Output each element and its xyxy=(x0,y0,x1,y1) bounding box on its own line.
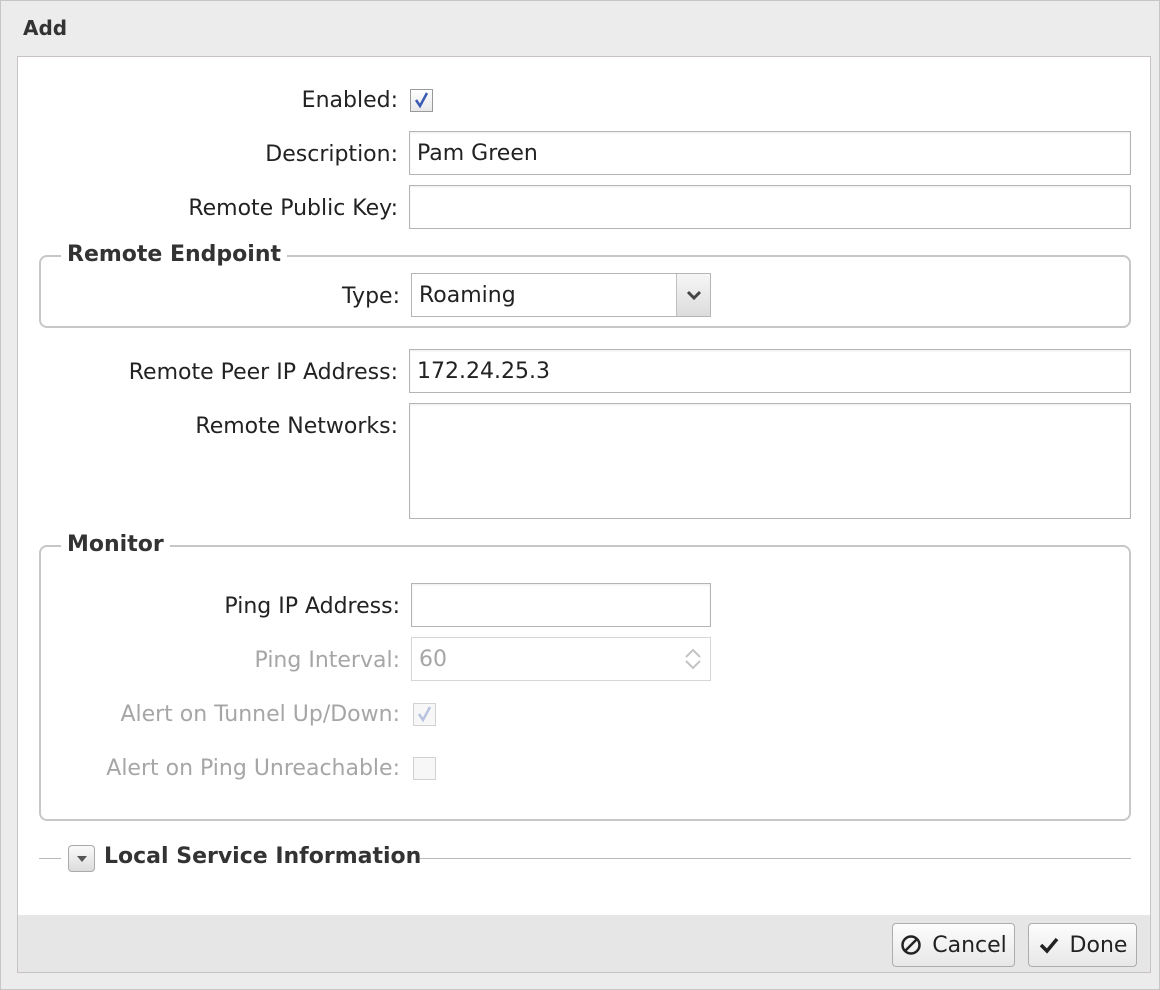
alert-ping-checkbox[interactable] xyxy=(413,757,436,780)
alert-tunnel-checkbox[interactable] xyxy=(413,703,436,726)
dialog-body: Enabled: Description: Pam Green Remote P… xyxy=(17,56,1151,973)
spin-up-icon[interactable] xyxy=(683,647,703,659)
ping-ip-label: Ping IP Address: xyxy=(224,594,400,619)
add-dialog: Add Enabled: Description: Pam Green Remo… xyxy=(0,0,1160,990)
ping-interval-value: 60 xyxy=(419,646,447,672)
type-select-value: Roaming xyxy=(419,282,516,308)
ping-interval-label: Ping Interval: xyxy=(254,648,400,673)
type-select-trigger[interactable] xyxy=(676,274,710,316)
ping-interval-stepper[interactable]: 60 xyxy=(411,637,711,681)
alert-tunnel-label: Alert on Tunnel Up/Down: xyxy=(120,702,400,727)
ping-ip-field[interactable] xyxy=(411,583,711,627)
spin-down-icon[interactable] xyxy=(683,659,703,671)
cancel-button-label: Cancel xyxy=(932,932,1007,958)
chevron-down-icon xyxy=(686,290,701,301)
caret-down-icon xyxy=(76,855,87,862)
dialog-footer: Cancel Done xyxy=(18,915,1150,972)
monitor-legend: Monitor xyxy=(61,532,170,557)
done-button-label: Done xyxy=(1069,932,1128,958)
remote-peer-ip-label: Remote Peer IP Address: xyxy=(128,360,398,385)
remote-peer-ip-field[interactable]: 172.24.25.3 xyxy=(409,349,1131,393)
done-button[interactable]: Done xyxy=(1028,923,1137,967)
type-select[interactable]: Roaming xyxy=(411,273,711,317)
divider-left xyxy=(39,858,61,859)
type-label: Type: xyxy=(342,284,400,309)
checkmark-icon xyxy=(414,92,429,109)
checkmark-icon xyxy=(417,706,432,723)
enabled-checkbox[interactable] xyxy=(410,89,433,112)
local-service-toggle[interactable] xyxy=(68,845,95,872)
enabled-label: Enabled: xyxy=(301,88,398,113)
remote-public-key-label: Remote Public Key: xyxy=(188,196,398,221)
remote-networks-label: Remote Networks: xyxy=(195,414,398,439)
checkmark-icon xyxy=(1039,937,1058,954)
description-label: Description: xyxy=(265,142,398,167)
dialog-title: Add xyxy=(23,16,68,40)
local-service-label[interactable]: Local Service Information xyxy=(104,844,421,869)
ban-icon xyxy=(901,935,921,955)
remote-networks-textarea[interactable] xyxy=(409,403,1131,519)
cancel-button[interactable]: Cancel xyxy=(892,923,1015,967)
alert-ping-label: Alert on Ping Unreachable: xyxy=(106,756,400,781)
description-field[interactable]: Pam Green xyxy=(409,131,1131,175)
ping-interval-spinner[interactable] xyxy=(676,638,710,680)
remote-public-key-field[interactable] xyxy=(409,185,1131,229)
divider-right xyxy=(420,858,1131,859)
remote-endpoint-legend: Remote Endpoint xyxy=(61,242,288,267)
